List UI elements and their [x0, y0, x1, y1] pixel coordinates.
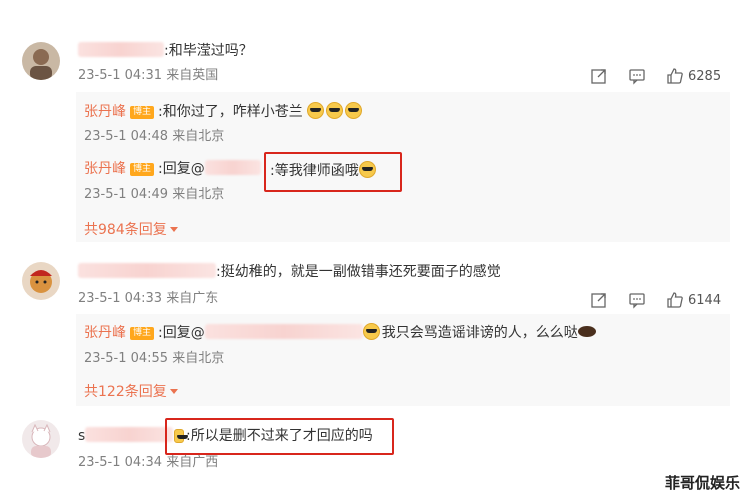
reply-author[interactable]: 张丹峰	[84, 325, 126, 341]
comment-meta: 23-5-1 04:31 来自英国	[78, 68, 218, 84]
watermark: 菲哥侃娱乐	[664, 474, 740, 492]
sunglasses-emoji-icon	[326, 102, 344, 119]
avatar[interactable]	[22, 42, 60, 80]
comment-location: 来自英国	[166, 68, 219, 83]
reply-text: 张丹峰 博主:和你过了，咋样小苍兰	[84, 102, 364, 121]
comment-actions: 6144	[590, 290, 721, 310]
sunglasses-emoji-icon	[345, 102, 363, 119]
comment-author-initial[interactable]: s	[78, 427, 174, 445]
thumbs-up-icon[interactable]	[666, 67, 684, 85]
emoji-icon	[362, 323, 380, 340]
more-replies-link[interactable]: 共122条回复	[84, 383, 178, 401]
redacted-mention[interactable]	[204, 324, 363, 339]
caret-down-icon	[169, 227, 178, 232]
comment-icon[interactable]	[628, 291, 646, 309]
redacted-username[interactable]	[78, 42, 164, 57]
comment-text: :和毕滢过吗？	[78, 42, 253, 60]
comment-meta: 23-5-1 04:34 来自广西	[78, 455, 219, 470]
redacted-mention[interactable]	[204, 160, 261, 175]
redacted-username[interactable]	[85, 427, 174, 442]
thumbs-up-icon[interactable]	[666, 291, 684, 309]
comment-meta: 23-5-1 04:33 来自广东	[78, 291, 219, 306]
kiss-emoji-icon	[577, 326, 596, 337]
like-count: 6144	[688, 292, 722, 308]
share-icon[interactable]	[590, 67, 608, 85]
reply-author[interactable]: 张丹峰	[84, 104, 126, 120]
sunglasses-emoji-icon	[307, 102, 325, 119]
reply-text: 张丹峰 博主:回复@ 我只会骂造谣诽谤的人，么么哒	[84, 323, 596, 342]
like-count: 6285	[688, 68, 722, 84]
avatar[interactable]	[22, 262, 60, 300]
caret-down-icon	[169, 389, 178, 394]
reply-meta: 23-5-1 04:49 来自北京	[84, 187, 225, 202]
author-badge: 博主	[130, 327, 155, 340]
reply-meta: 23-5-1 04:55 来自北京	[84, 351, 225, 366]
highlight-box	[165, 418, 394, 455]
more-replies-link[interactable]: 共984条回复	[84, 221, 178, 239]
share-icon[interactable]	[590, 291, 608, 309]
avatar[interactable]	[22, 420, 60, 458]
reply-text: 张丹峰 博主:回复@	[84, 160, 261, 178]
comment-text: :挺幼稚的，就是一副做错事还死要面子的感觉	[78, 263, 501, 281]
reply-meta: 23-5-1 04:48 来自北京	[84, 129, 225, 144]
author-badge: 博主	[130, 163, 155, 176]
comment-time: 23-5-1 04:31	[78, 68, 163, 83]
highlight-box	[264, 152, 402, 192]
comment-icon[interactable]	[628, 67, 646, 85]
redacted-username[interactable]	[78, 263, 216, 278]
comment-actions: 6285	[590, 66, 721, 86]
author-badge: 博主	[130, 106, 155, 119]
reply-author[interactable]: 张丹峰	[84, 161, 126, 177]
